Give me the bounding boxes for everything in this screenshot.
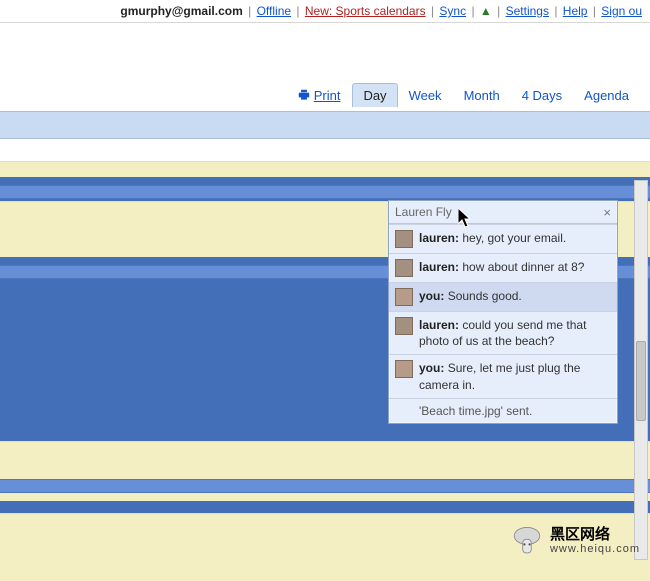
avatar-icon <box>395 317 413 335</box>
time-slot[interactable] <box>0 161 650 177</box>
tab-agenda[interactable]: Agenda <box>573 83 640 107</box>
watermark-url: www.heiqu.com <box>550 543 640 555</box>
tab-day[interactable]: Day <box>352 83 397 107</box>
day-header-bar <box>0 111 650 139</box>
chat-sender: you: <box>419 289 444 303</box>
chat-text: Sure, let me just plug the camera in. <box>419 361 580 391</box>
labs-icon[interactable]: ▲ <box>480 4 492 18</box>
header-spacer <box>0 23 650 83</box>
scrollbar-thumb[interactable] <box>636 341 646 421</box>
event-band[interactable] <box>0 479 650 493</box>
print-label: Print <box>314 88 341 103</box>
chat-popup: Lauren Fly × lauren: hey, got your email… <box>388 200 618 424</box>
chat-text: hey, got your email. <box>462 231 566 245</box>
avatar-icon <box>395 230 413 248</box>
top-bar: gmurphy@gmail.com | Offline | New: Sport… <box>0 0 650 23</box>
chat-system-text: 'Beach time.jpg' sent. <box>419 404 532 418</box>
offline-link[interactable]: Offline <box>257 4 291 18</box>
tab-week[interactable]: Week <box>398 83 453 107</box>
tab-month[interactable]: Month <box>453 83 511 107</box>
chat-close-button[interactable]: × <box>603 206 611 219</box>
chat-sender: you: <box>419 361 444 375</box>
promo-link[interactable]: New: Sports calendars <box>305 4 426 18</box>
chat-sender: lauren: <box>419 260 459 274</box>
chat-message: lauren: could you send me that photo of … <box>389 311 617 354</box>
avatar-icon <box>395 259 413 277</box>
chat-message: you: Sounds good. <box>389 282 617 311</box>
chat-text: Sounds good. <box>448 289 522 303</box>
help-link[interactable]: Help <box>563 4 588 18</box>
chat-message: lauren: hey, got your email. <box>389 224 617 253</box>
sync-link[interactable]: Sync <box>439 4 466 18</box>
event-band[interactable] <box>0 185 650 199</box>
avatar-icon <box>395 360 413 378</box>
chat-message: lauren: how about dinner at 8? <box>389 253 617 282</box>
settings-link[interactable]: Settings <box>506 4 549 18</box>
print-link[interactable]: Print <box>297 88 341 103</box>
chat-sender: lauren: <box>419 318 459 332</box>
watermark: 黑区网络 www.heiqu.com <box>510 524 640 558</box>
chat-title-bar[interactable]: Lauren Fly × <box>389 201 617 224</box>
chat-system-message: 'Beach time.jpg' sent. <box>389 398 617 423</box>
signout-link[interactable]: Sign ou <box>601 4 642 18</box>
chat-text: how about dinner at 8? <box>462 260 584 274</box>
allday-row <box>0 139 650 161</box>
avatar-icon <box>395 288 413 306</box>
chat-sender: lauren: <box>419 231 459 245</box>
chat-message: you: Sure, let me just plug the camera i… <box>389 354 617 397</box>
vertical-scrollbar[interactable] <box>634 180 648 560</box>
print-icon <box>297 88 311 102</box>
mushroom-icon <box>510 524 544 558</box>
chat-contact-name: Lauren Fly <box>395 205 452 219</box>
watermark-title: 黑区网络 <box>550 526 610 543</box>
user-email: gmurphy@gmail.com <box>120 4 242 18</box>
view-tab-bar: Print Day Week Month 4 Days Agenda <box>0 83 650 111</box>
tab-4days[interactable]: 4 Days <box>511 83 573 107</box>
